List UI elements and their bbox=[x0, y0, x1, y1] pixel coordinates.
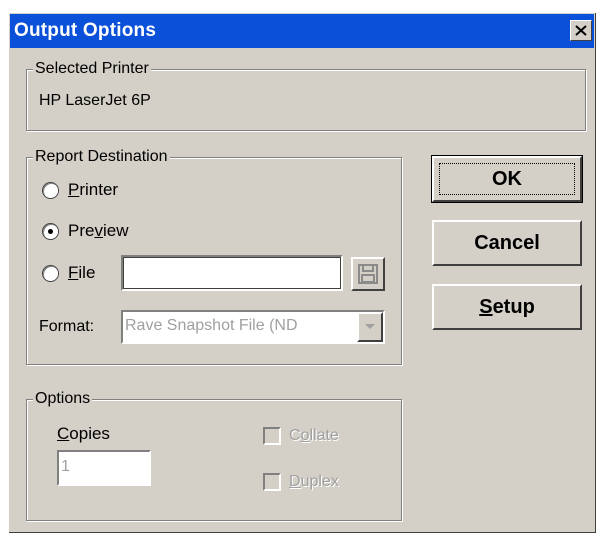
format-select-value: Rave Snapshot File (ND bbox=[125, 317, 298, 334]
chevron-down-icon bbox=[365, 324, 375, 329]
collate-label: Collate bbox=[289, 427, 339, 444]
format-label: Format: bbox=[39, 318, 95, 335]
options-group: Options Copies 1 Collate Duplex bbox=[26, 389, 402, 521]
radio-printer-label: Printer bbox=[68, 180, 119, 199]
radio-printer[interactable]: Printer bbox=[43, 180, 118, 200]
selected-printer-legend: Selected Printer bbox=[33, 59, 151, 79]
radio-printer-button[interactable] bbox=[43, 182, 58, 198]
close-icon bbox=[575, 25, 587, 36]
collate-checkbox-box[interactable] bbox=[263, 427, 281, 445]
printer-name: HP LaserJet 6P bbox=[39, 92, 151, 109]
radio-preview-button[interactable] bbox=[43, 223, 58, 239]
file-path-input[interactable] bbox=[121, 255, 343, 291]
floppy-disk-icon bbox=[358, 264, 378, 284]
setup-button[interactable]: Setup bbox=[432, 284, 582, 330]
duplex-label: Duplex bbox=[289, 473, 339, 490]
window-title: Output Options bbox=[14, 20, 157, 41]
radio-file[interactable]: File bbox=[43, 263, 95, 283]
format-dropdown-button[interactable] bbox=[357, 312, 383, 342]
report-destination-group: Report Destination Printer Preview File … bbox=[26, 147, 402, 365]
cancel-label: Cancel bbox=[474, 231, 540, 254]
duplex-checkbox[interactable]: Duplex bbox=[263, 473, 339, 491]
focus-rectangle bbox=[439, 163, 575, 195]
close-button[interactable] bbox=[570, 20, 592, 41]
title-bar[interactable]: Output Options bbox=[10, 14, 594, 48]
report-destination-legend: Report Destination bbox=[33, 147, 170, 167]
radio-preview-label: Preview bbox=[68, 221, 129, 240]
radio-file-button[interactable] bbox=[43, 265, 58, 281]
duplex-checkbox-box[interactable] bbox=[263, 473, 281, 491]
ok-button[interactable]: OK bbox=[431, 155, 583, 203]
setup-label: Setup bbox=[479, 295, 535, 318]
copies-label: Copies bbox=[57, 424, 110, 443]
options-legend: Options bbox=[33, 389, 93, 409]
radio-file-label: File bbox=[68, 263, 96, 282]
collate-checkbox[interactable]: Collate bbox=[263, 427, 339, 445]
radio-preview[interactable]: Preview bbox=[43, 221, 128, 241]
output-options-dialog: Output Options Selected Printer HP Laser… bbox=[8, 12, 596, 533]
copies-input[interactable]: 1 bbox=[57, 450, 151, 486]
format-select[interactable]: Rave Snapshot File (ND bbox=[121, 310, 385, 344]
selected-printer-group: Selected Printer HP LaserJet 6P bbox=[26, 59, 586, 131]
browse-file-button[interactable] bbox=[351, 257, 385, 291]
cancel-button[interactable]: Cancel bbox=[432, 220, 582, 266]
